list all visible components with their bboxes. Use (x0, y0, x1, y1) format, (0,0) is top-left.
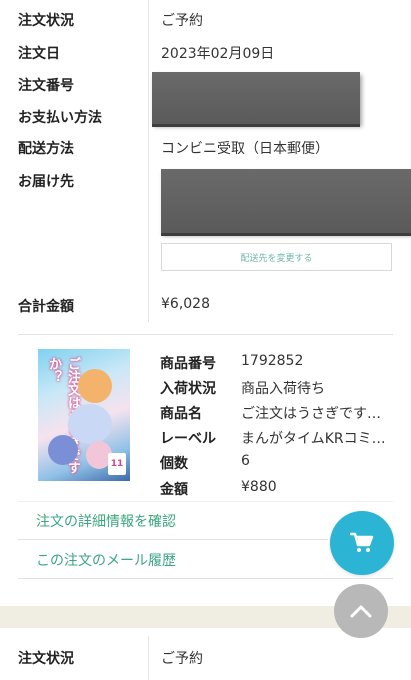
order-status-value: ご予約 (161, 13, 203, 29)
link-divider (18, 539, 328, 540)
cart-button[interactable] (330, 511, 394, 575)
item-field-label: 入荷状況 (160, 381, 216, 397)
column-divider (148, 0, 149, 322)
product-cover-image[interactable]: ご注文はうさぎですか？ 11 (38, 349, 130, 481)
item-field-label: 商品番号 (160, 356, 216, 372)
redacted-order-number (152, 72, 360, 124)
mail-history-link[interactable]: この注文のメール履歴 (36, 550, 176, 570)
order-number-label: 注文番号 (18, 78, 74, 94)
shipping-label: 配送方法 (18, 141, 74, 157)
item-divider (18, 501, 393, 502)
shopping-cart-icon (350, 532, 374, 552)
item-field-value: ¥880 (241, 479, 277, 495)
item-field-value[interactable]: ご注文はうさぎです… (241, 403, 381, 423)
change-address-button[interactable]: 配送先を変更する (161, 243, 392, 271)
total-label: 合計金額 (18, 299, 74, 315)
address-label: お届け先 (18, 174, 74, 190)
item-field-label: 個数 (160, 456, 188, 472)
payment-label: お支払い方法 (18, 110, 102, 126)
item-field-label: レーベル (160, 431, 216, 447)
item-field-label: 金額 (160, 482, 188, 498)
total-value: ¥6,028 (161, 296, 210, 312)
shipping-value: コンビニ受取（日本郵便） (161, 141, 329, 157)
item-field-value: 1792852 (241, 353, 304, 369)
column-divider (148, 636, 149, 680)
next-order-status-value: ご予約 (161, 651, 203, 667)
cover-volume-badge: 11 (108, 453, 126, 475)
chevron-up-icon (350, 605, 372, 618)
order-details-link[interactable]: 注文の詳細情報を確認 (36, 511, 176, 531)
scroll-to-top-button[interactable] (334, 584, 388, 638)
item-field-value: 商品入荷待ち (241, 381, 325, 397)
item-field-label: 商品名 (160, 406, 202, 422)
order-date-value: 2023年02月09日 (161, 46, 275, 62)
order-date-label: 注文日 (18, 46, 60, 62)
link-divider (18, 578, 393, 579)
item-field-value: まんがタイムKRコミ… (241, 431, 386, 447)
redacted-address (161, 169, 411, 233)
order-status-label: 注文状況 (18, 13, 74, 29)
item-field-value: 6 (241, 453, 250, 469)
next-order-status-label: 注文状況 (18, 651, 74, 667)
